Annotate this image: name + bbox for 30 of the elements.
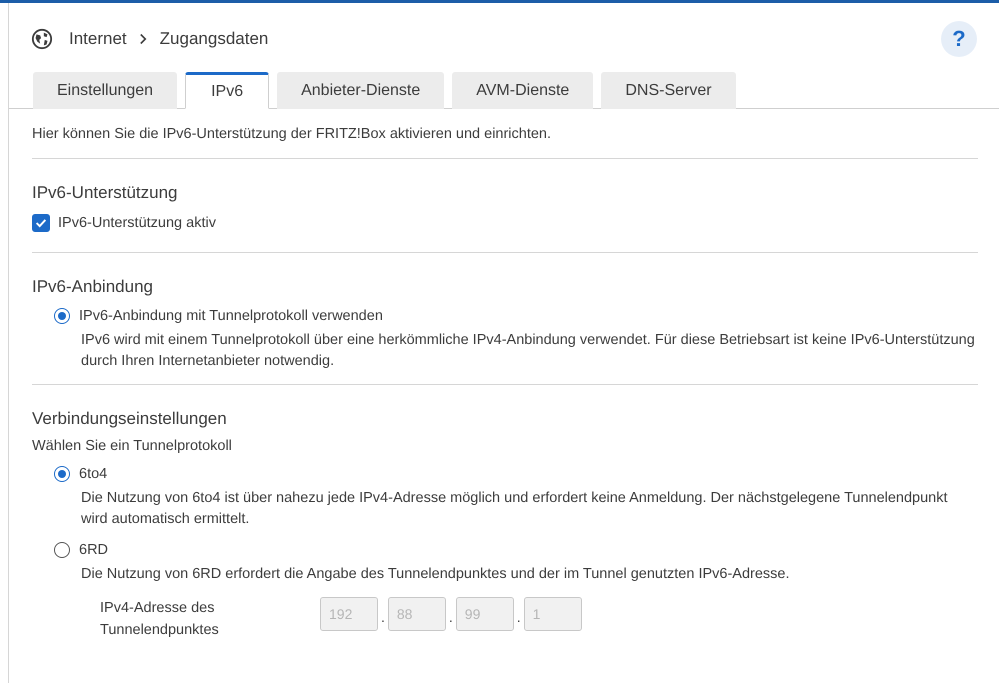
radio-label: IPv6-Anbindung mit Tunnelprotokoll verwenden [79,308,383,324]
section-heading: IPv6-Unterstützung [32,182,179,202]
radio-button[interactable] [54,308,70,324]
section-heading: Verbindungseinstellungen [32,408,228,428]
globe-icon [31,28,53,50]
option-description: IPv6 wird mit einem Tunnelprotokoll über eine herkömmliche IPv4-Anbindung verwendet. Für diese Betriebsart ist keine IPv6-Unterstützung durch Ihren Internetanbieter notwendig. [81,330,976,370]
tab[interactable]: Anbieter-Dienste [277,72,444,109]
section-heading: IPv6-Anbindung [32,276,154,296]
separator-dot: . [448,608,453,624]
option-description: Die Nutzung von 6to4 ist über nahezu jede IPv4-Adresse möglich und erfordert keine Anmeldung. Der nächstgelegene Tunnelendpunkt wird automatisch ermittelt. [81,488,949,528]
breadcrumb-link[interactable]: Internet [69,29,127,49]
tab[interactable]: AVM-Dienste [452,72,594,109]
separator-dot: . [516,608,521,624]
intro-text: Hier können Sie die IPv6-Unterstützung der FRITZ!Box aktivieren und einrichten. [32,126,552,142]
tab[interactable]: Einstellungen [33,72,178,109]
checkbox[interactable] [32,214,50,232]
tab[interactable]: DNS-Server [601,72,736,109]
radio-label: 6to4 [79,466,108,482]
chevron-right-icon [138,33,148,45]
radio-button[interactable] [54,466,70,482]
field-label: IPv4-Adresse des Tunnelendpunktes [100,598,220,640]
separator-dot: . [381,608,385,624]
page-title: Zugangsdaten [160,29,268,49]
help-button[interactable]: ? [941,21,977,57]
option-description: Die Nutzung von 6RD erfordert die Angabe des Tunnelendpunktes und der im Tunnel genutzten IPv6-Adresse. [81,564,791,584]
radio-button[interactable] [54,542,70,558]
radio-label: 6RD [79,542,108,558]
prompt-text: Wählen Sie ein Tunnelprotokoll [32,438,233,454]
checkbox-label: IPv6-Unterstützung aktiv [58,214,216,230]
tab[interactable]: IPv6 [185,72,270,109]
